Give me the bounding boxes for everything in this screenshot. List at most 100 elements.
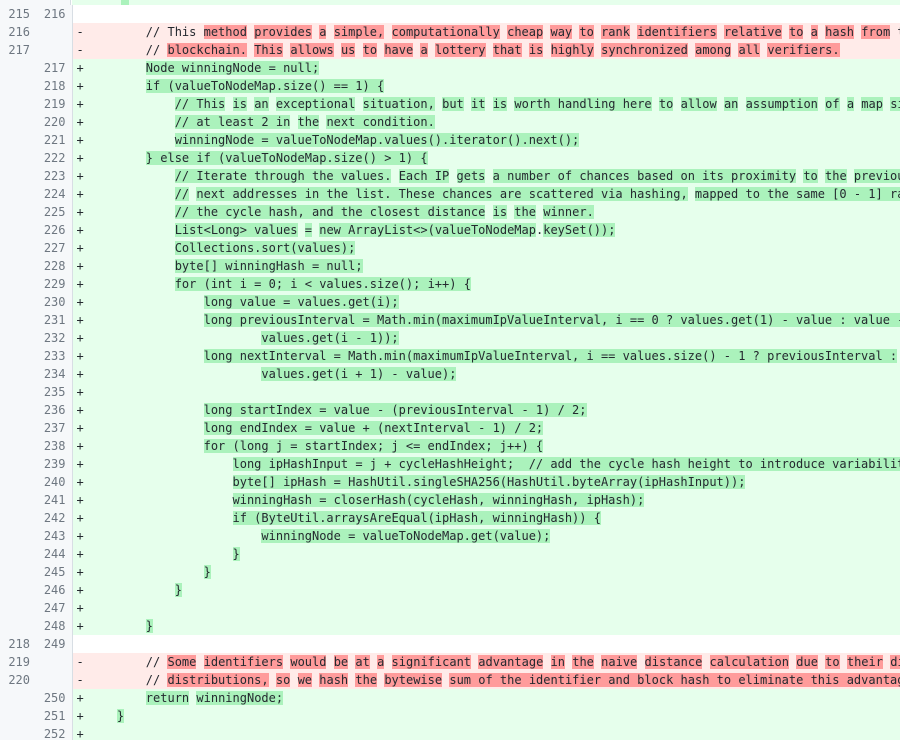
line-number-new[interactable]: 240 (36, 473, 73, 491)
code-line[interactable]: byte[] ipHash = HashUtil.singleSHA256(Ha… (88, 473, 900, 491)
code-line[interactable]: winningNode = valueToNodeMap.values().it… (88, 131, 900, 149)
line-number-new[interactable]: 251 (36, 707, 73, 725)
code-line[interactable]: Collections.sort(values); (88, 239, 900, 257)
line-number-new[interactable]: 230 (36, 293, 73, 311)
line-number-new[interactable]: 228 (36, 257, 73, 275)
line-number-new[interactable]: 232 (36, 329, 73, 347)
code-line[interactable]: // Some identifiers would be at a signif… (88, 653, 900, 671)
line-number-old[interactable]: 218 (0, 635, 36, 653)
line-number-old[interactable] (0, 725, 36, 740)
line-number-new[interactable]: 235 (36, 383, 73, 401)
line-number-new[interactable]: 225 (36, 203, 73, 221)
line-number-new[interactable]: 252 (36, 725, 73, 740)
code-line[interactable]: } else if (valueToNodeMap.size() > 1) { (88, 149, 900, 167)
line-number-new[interactable]: 242 (36, 509, 73, 527)
code-line[interactable] (88, 5, 900, 23)
line-number-old[interactable] (0, 203, 36, 221)
code-line[interactable]: // Iterate through the values. Each IP g… (88, 167, 900, 185)
code-line[interactable]: Node winningNode = null; (88, 59, 900, 77)
line-number-new[interactable] (36, 653, 73, 671)
code-line[interactable]: long value = values.get(i); (88, 293, 900, 311)
code-line[interactable]: long endIndex = value + (nextInterval - … (88, 419, 900, 437)
line-number-old[interactable]: 217 (0, 41, 36, 59)
code-line[interactable]: } (88, 563, 900, 581)
line-number-new[interactable]: 243 (36, 527, 73, 545)
line-number-old[interactable] (0, 509, 36, 527)
line-number-new[interactable]: 233 (36, 347, 73, 365)
line-number-old[interactable] (0, 347, 36, 365)
code-line[interactable]: if (valueToNodeMap.size() == 1) { (88, 77, 900, 95)
line-number-new[interactable]: 227 (36, 239, 73, 257)
line-number-old[interactable] (0, 455, 36, 473)
line-number-old[interactable] (0, 221, 36, 239)
line-number-old[interactable]: 219 (0, 653, 36, 671)
code-line[interactable]: long ipHashInput = j + cycleHashHeight; … (88, 455, 900, 473)
code-line[interactable]: values.get(i + 1) - value); (88, 365, 900, 383)
line-number-old[interactable] (0, 383, 36, 401)
code-line[interactable]: // the cycle hash, and the closest dista… (88, 203, 900, 221)
line-number-old[interactable] (0, 599, 36, 617)
line-number-new[interactable]: 223 (36, 167, 73, 185)
line-number-old[interactable] (0, 473, 36, 491)
line-number-new[interactable]: 236 (36, 401, 73, 419)
line-number-new[interactable]: 250 (36, 689, 73, 707)
line-number-new[interactable]: 220 (36, 113, 73, 131)
line-number-old[interactable] (0, 365, 36, 383)
line-number-new[interactable]: 219 (36, 95, 73, 113)
code-line[interactable]: } (88, 545, 900, 563)
code-line[interactable]: List<Long> values = new ArrayList<>(valu… (88, 221, 900, 239)
code-line[interactable]: for (long j = startIndex; j <= endIndex;… (88, 437, 900, 455)
code-line[interactable]: } (88, 581, 900, 599)
line-number-old[interactable] (0, 257, 36, 275)
code-line[interactable]: // at least 2 in the next condition. (88, 113, 900, 131)
line-number-new[interactable]: 244 (36, 545, 73, 563)
code-line[interactable]: byte[] winningHash = null; (88, 257, 900, 275)
line-number-new[interactable]: 238 (36, 437, 73, 455)
line-number-new[interactable]: 216 (36, 5, 73, 23)
line-number-new[interactable]: 218 (36, 77, 73, 95)
line-number-old[interactable] (0, 275, 36, 293)
line-number-old[interactable] (0, 95, 36, 113)
line-number-new[interactable]: 229 (36, 275, 73, 293)
code-line[interactable]: return winningNode; (88, 689, 900, 707)
line-number-old[interactable] (0, 401, 36, 419)
line-number-new[interactable]: 248 (36, 617, 73, 635)
line-number-old[interactable] (0, 77, 36, 95)
line-number-old[interactable] (0, 185, 36, 203)
line-number-new[interactable]: 222 (36, 149, 73, 167)
code-line[interactable] (88, 383, 900, 401)
line-number-new[interactable]: 226 (36, 221, 73, 239)
code-line[interactable]: // This is an exceptional situation, but… (88, 95, 900, 113)
line-number-new[interactable] (36, 41, 73, 59)
line-number-new[interactable]: 231 (36, 311, 73, 329)
code-line[interactable]: } (88, 707, 900, 725)
code-line[interactable]: winningHash = closerHash(cycleHash, winn… (88, 491, 900, 509)
line-number-new[interactable]: 234 (36, 365, 73, 383)
code-line[interactable]: // This method provides a simple, comput… (88, 23, 900, 41)
line-number-old[interactable] (0, 491, 36, 509)
line-number-old[interactable] (0, 167, 36, 185)
code-line[interactable]: long nextInterval = Math.min(maximumIpVa… (88, 347, 900, 365)
code-line[interactable]: long previousInterval = Math.min(maximum… (88, 311, 900, 329)
code-line[interactable] (88, 725, 900, 740)
line-number-old[interactable] (0, 149, 36, 167)
line-number-new[interactable]: 241 (36, 491, 73, 509)
line-number-old[interactable]: 220 (0, 671, 36, 689)
line-number-old[interactable] (0, 59, 36, 77)
code-line[interactable]: // next addresses in the list. These cha… (88, 185, 900, 203)
line-number-new[interactable]: 247 (36, 599, 73, 617)
line-number-old[interactable] (0, 563, 36, 581)
line-number-new[interactable] (36, 23, 73, 41)
code-line[interactable] (88, 635, 900, 653)
code-line[interactable]: // distributions, so we hash the bytewis… (88, 671, 900, 689)
line-number-old[interactable] (0, 131, 36, 149)
code-line[interactable]: values.get(i - 1)); (88, 329, 900, 347)
code-line[interactable]: } (88, 617, 900, 635)
line-number-new[interactable]: 224 (36, 185, 73, 203)
line-number-old[interactable] (0, 293, 36, 311)
line-number-new[interactable]: 217 (36, 59, 73, 77)
code-line[interactable]: // blockchain. This allows us to have a … (88, 41, 900, 59)
line-number-new[interactable]: 239 (36, 455, 73, 473)
code-line[interactable]: long startIndex = value - (previousInter… (88, 401, 900, 419)
line-number-old[interactable] (0, 419, 36, 437)
